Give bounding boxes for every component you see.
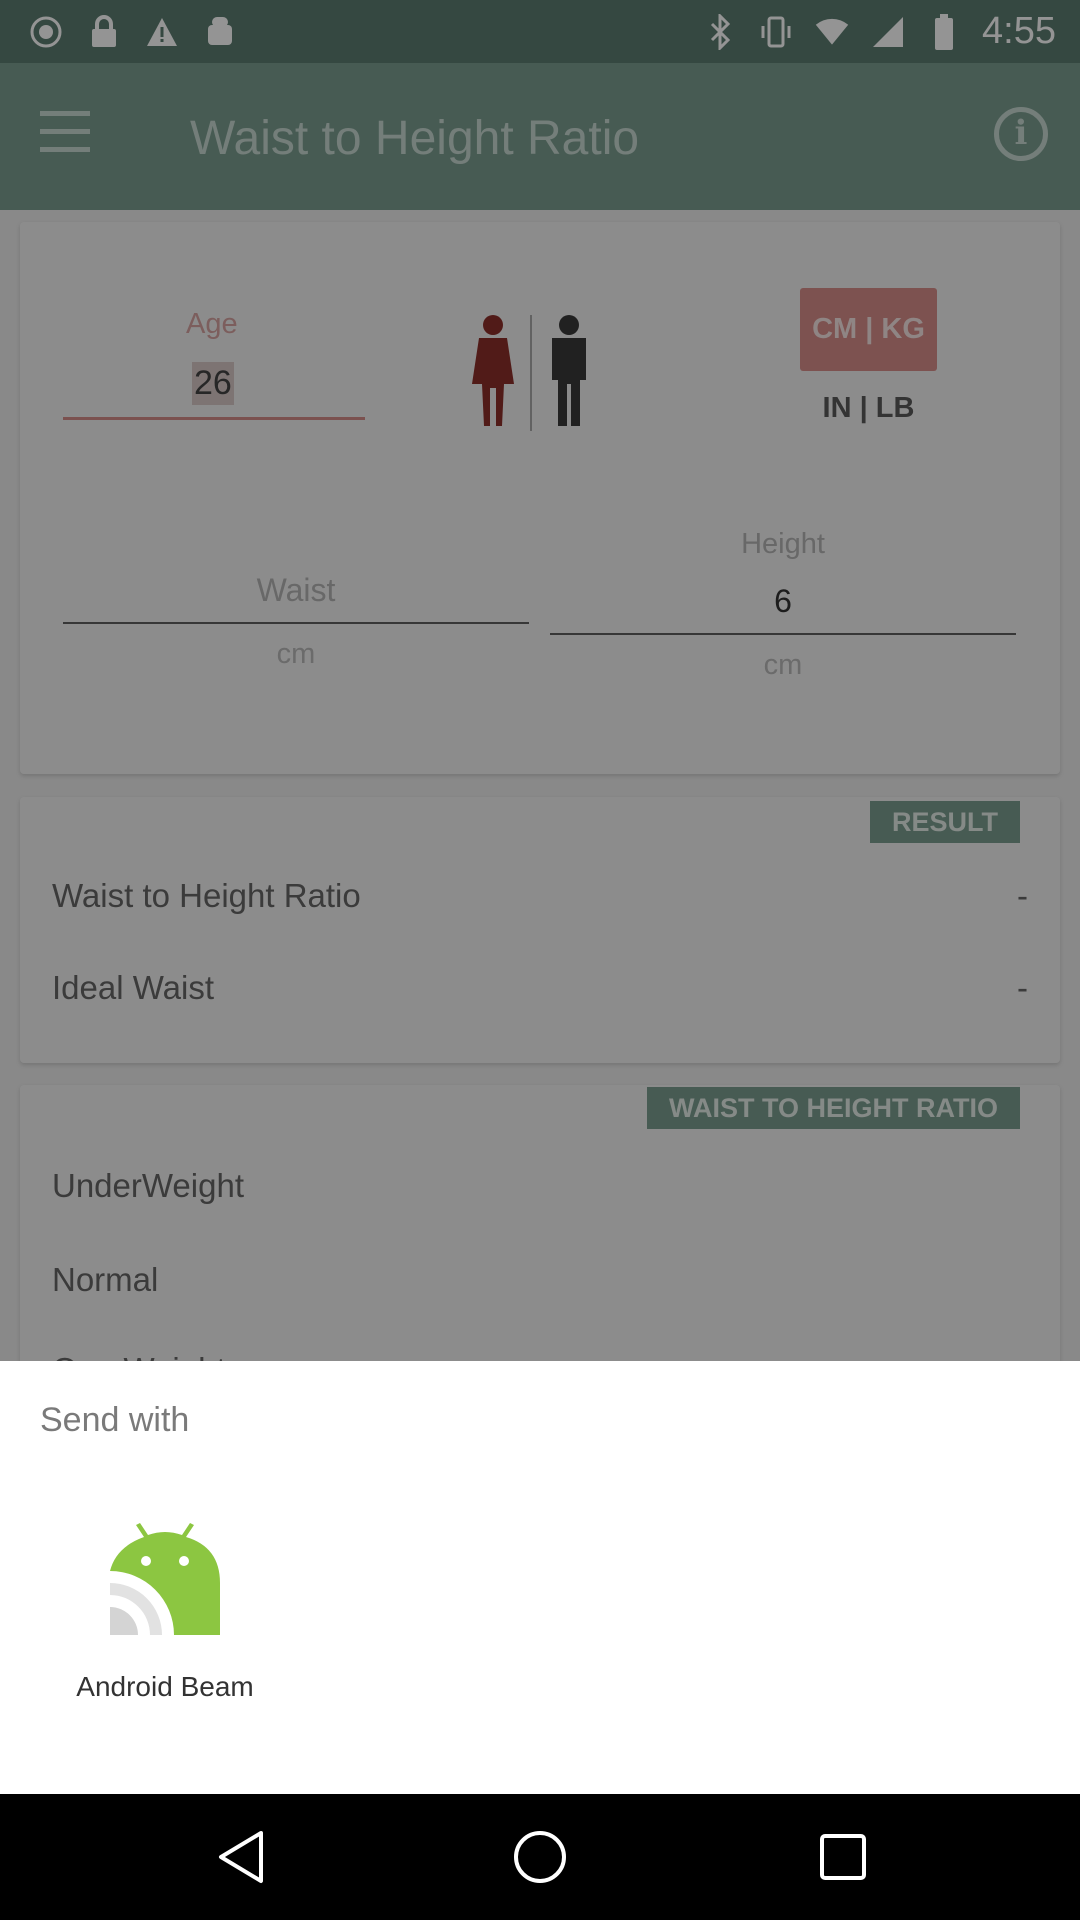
navigation-bar — [0, 1794, 1080, 1920]
recents-icon[interactable] — [808, 1822, 878, 1892]
share-sheet: Send with Android Beam — [0, 1361, 1080, 1794]
dim-overlay[interactable] — [0, 0, 1080, 1361]
back-icon[interactable] — [205, 1822, 275, 1892]
share-sheet-title: Send with — [40, 1401, 190, 1439]
android-beam-icon — [108, 1521, 222, 1635]
share-target-android-beam[interactable]: Android Beam — [60, 1521, 270, 1703]
home-icon[interactable] — [505, 1822, 575, 1892]
share-target-label: Android Beam — [76, 1671, 254, 1702]
